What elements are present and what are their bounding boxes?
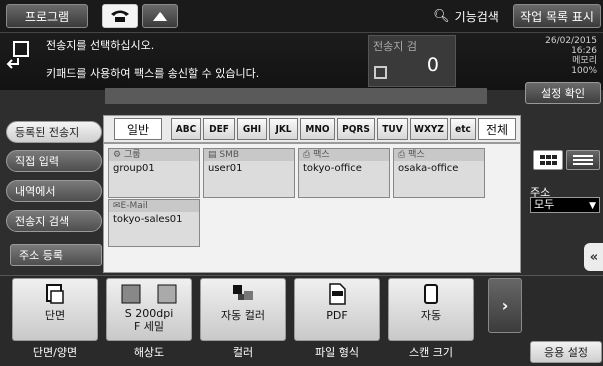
address-filter-value: 모두 <box>534 198 555 211</box>
list-icon <box>573 155 593 165</box>
search-icon: 🔍︎ <box>433 8 450 24</box>
scan-size-label: 스캔 크기 <box>409 346 453 359</box>
line-button[interactable] <box>142 4 178 28</box>
mail-icon: ✉ <box>113 201 121 211</box>
nav-history[interactable]: 내역에서 <box>6 180 102 202</box>
tab-jkl[interactable]: JKL <box>269 118 298 140</box>
destination-count-label: 전송지 검 <box>373 40 417 53</box>
fax-icon: ⎙ <box>303 150 311 160</box>
resolution-button[interactable]: S 200dpi F 세밀 <box>106 278 192 341</box>
color-label: 컬러 <box>232 346 254 359</box>
resolution-label: 해상도 <box>133 346 165 359</box>
color-icon <box>233 285 253 300</box>
resolution-value: S 200dpi F 세밀 <box>124 307 174 333</box>
phone-icon <box>111 10 129 22</box>
memory-label: 메모리 <box>572 56 597 66</box>
function-search-label: 기능검색 <box>454 9 499 24</box>
next-functions-button[interactable]: › <box>488 278 522 333</box>
tab-ghi[interactable]: GHI <box>237 118 267 140</box>
duplex-value: 단면 <box>44 309 66 322</box>
tab-pqrs[interactable]: PQRS <box>337 118 375 140</box>
resolution-icon <box>121 284 177 304</box>
duplex-label: 단면/양면 <box>32 346 78 359</box>
card-type: 팩스 <box>408 150 425 160</box>
list-icon <box>374 66 387 79</box>
function-search-button[interactable]: 🔍︎ 기능검색 <box>420 4 512 28</box>
destination-card[interactable]: ⚙ 그룹 group01 <box>108 148 200 198</box>
nav-direct-input[interactable]: 직접 입력 <box>6 150 102 172</box>
fax-mode-button[interactable] <box>102 4 138 28</box>
card-type: 그룹 <box>123 150 141 160</box>
tab-wxyz[interactable]: WXYZ <box>410 118 448 140</box>
destination-card[interactable]: ✉E-Mail tokyo-sales01 <box>108 199 200 247</box>
card-name: osaka-office <box>398 163 459 174</box>
time-text: 16:26 <box>571 46 597 56</box>
scan-size-button[interactable]: 자동 <box>388 278 474 341</box>
tab-mno[interactable]: MNO <box>300 118 335 140</box>
color-value: 자동 컬러 <box>221 309 265 322</box>
address-filter-select[interactable]: 모두 ▼ <box>530 197 600 213</box>
card-name: group01 <box>113 163 155 174</box>
scan-size-value: 자동 <box>420 309 442 322</box>
tab-abc[interactable]: ABC <box>171 118 201 140</box>
destination-list: ⚙ 그룹 group01 ▤ SMB user01 ⎙ 팩스 tokyo-off… <box>103 143 521 273</box>
nav-destination-search[interactable]: 전송지 검색 <box>6 210 102 232</box>
destination-strip <box>105 88 487 104</box>
tab-all[interactable]: 전체 <box>478 118 516 140</box>
job-list-button[interactable]: 작업 목록 표시 <box>513 4 601 28</box>
destination-card[interactable]: ⎙ 팩스 tokyo-office <box>298 148 390 198</box>
grid-icon <box>540 155 557 165</box>
file-type-value: PDF <box>326 309 348 322</box>
double-chevron-left-icon: « <box>589 249 599 265</box>
card-type: E-Mail <box>120 201 148 211</box>
send-icon <box>6 41 29 69</box>
fax-icon: ⎙ <box>398 150 406 160</box>
application-settings-button[interactable]: 응용 설정 <box>530 341 602 363</box>
collapse-arrow-button[interactable]: « <box>584 243 603 271</box>
card-name: user01 <box>208 163 243 174</box>
keypad-hint-text: 키패드를 사용하여 팩스를 송신할 수 있습니다. <box>46 67 260 80</box>
file-type-button[interactable]: PDF <box>294 278 380 341</box>
file-type-label: 파일 형식 <box>315 346 359 359</box>
color-button[interactable]: 자동 컬러 <box>200 278 286 341</box>
simplex-icon <box>46 284 64 304</box>
destination-count-box: 전송지 검 0 <box>368 35 456 87</box>
date-text: 26/02/2015 <box>545 36 597 46</box>
card-type: SMB <box>219 150 240 160</box>
destination-count: 0 <box>426 54 439 76</box>
card-name: tokyo-office <box>303 163 362 174</box>
check-settings-button[interactable]: 설정 확인 <box>525 82 601 104</box>
computer-icon: ▤ <box>208 150 217 160</box>
tab-def[interactable]: DEF <box>203 118 235 140</box>
grid-view-button[interactable] <box>533 150 563 170</box>
tab-etc[interactable]: etc <box>450 118 476 140</box>
tab-general[interactable]: 일반 <box>114 118 162 140</box>
chevron-right-icon: › <box>501 296 509 315</box>
list-view-button[interactable] <box>566 150 600 170</box>
datetime-display: 26/02/2015 16:26 메모리 100% <box>505 36 597 76</box>
memory-value: 100% <box>571 66 597 76</box>
chevron-down-icon: ▼ <box>589 201 596 211</box>
destination-card[interactable]: ⎙ 팩스 osaka-office <box>393 148 485 198</box>
duplex-button[interactable]: 단면 <box>12 278 98 341</box>
line-icon <box>153 12 167 21</box>
page-icon <box>424 284 438 304</box>
group-icon: ⚙ <box>113 150 122 160</box>
pdf-icon <box>329 283 346 305</box>
nav-address-register[interactable]: 주소 등록 <box>10 244 102 266</box>
card-name: tokyo-sales01 <box>113 214 183 225</box>
destination-card[interactable]: ▤ SMB user01 <box>203 148 295 198</box>
instruction-text: 전송지를 선택하십시오. <box>46 39 155 52</box>
nav-registered-destinations[interactable]: 등록된 전송지 <box>6 121 102 143</box>
card-type: 팩스 <box>313 150 330 160</box>
tab-tuv[interactable]: TUV <box>377 118 408 140</box>
program-button[interactable]: 프로그램 <box>6 4 88 28</box>
index-tabs: 일반 ABC DEF GHI JKL MNO PQRS TUV WXYZ etc… <box>103 115 521 143</box>
